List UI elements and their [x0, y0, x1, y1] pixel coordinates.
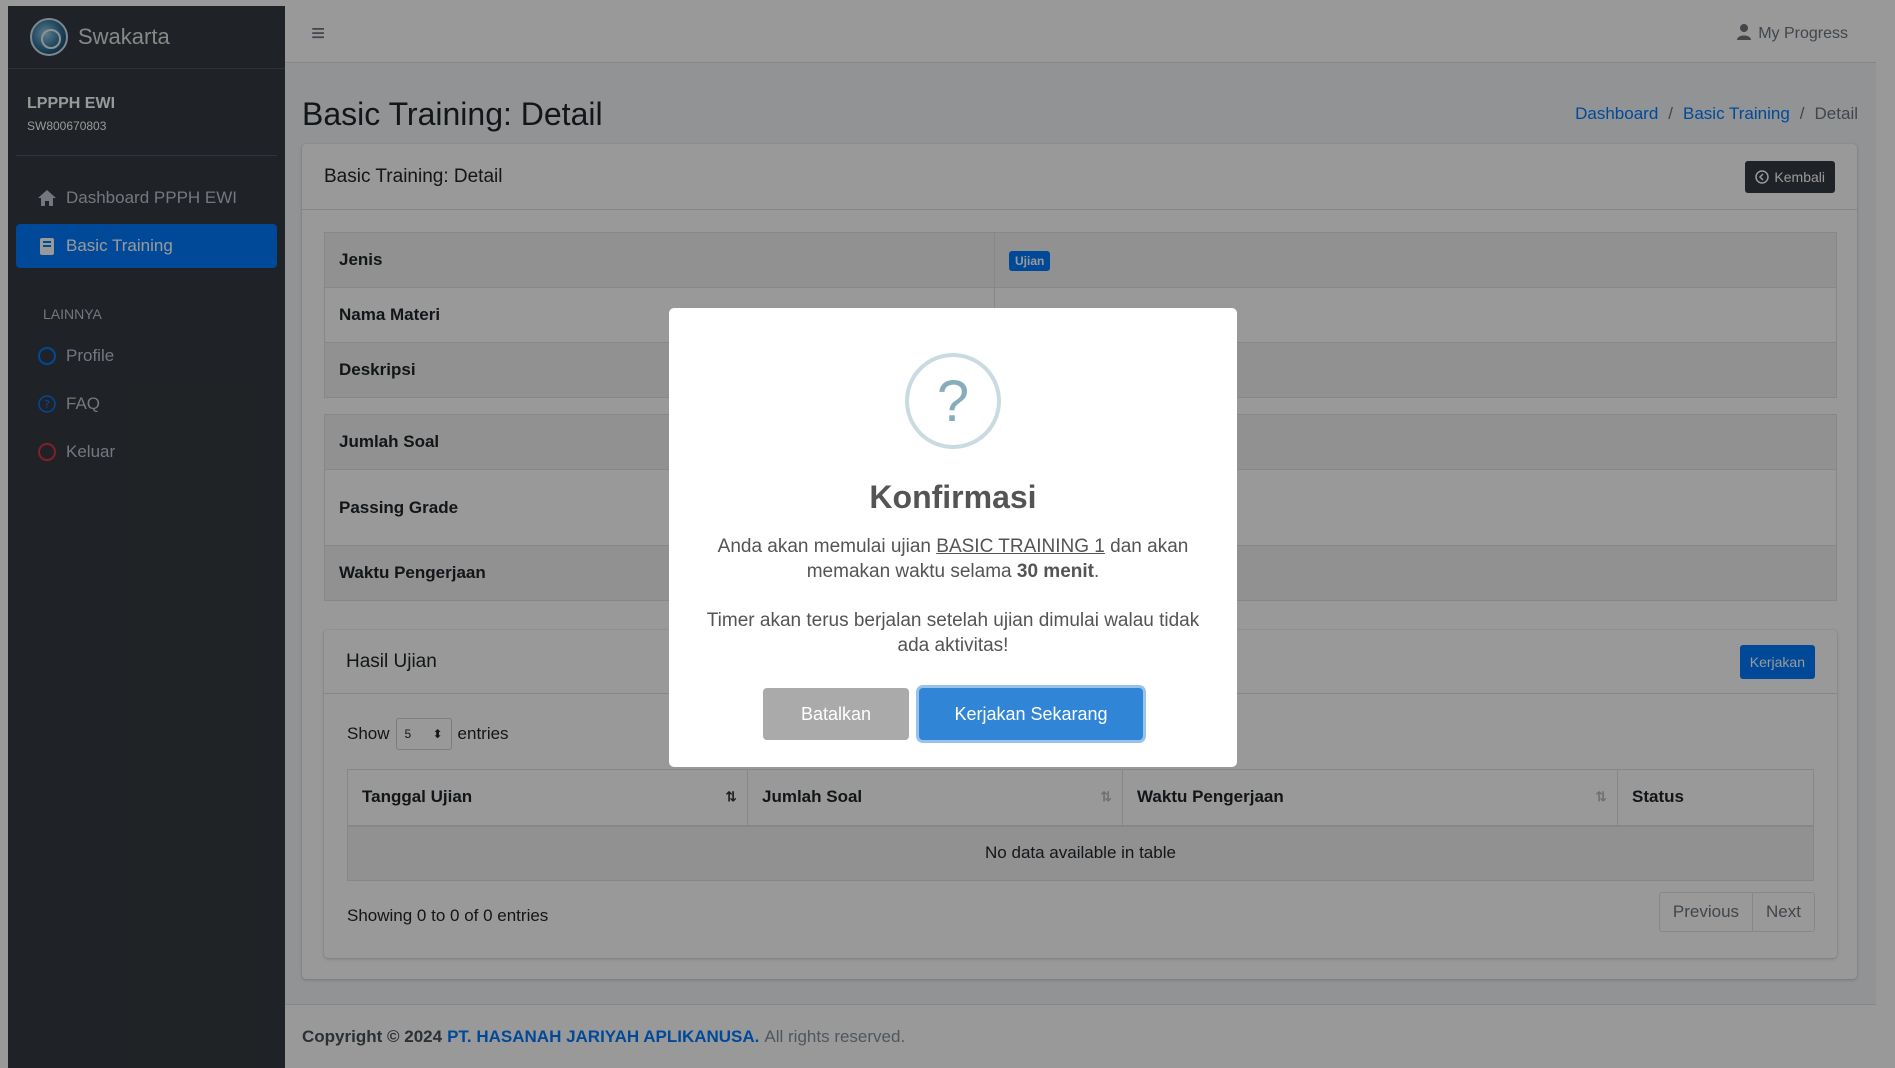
dialog-text-end: .	[1093, 561, 1100, 582]
question-glyph: ?	[936, 368, 970, 434]
dialog-warning: Timer akan terus berjalan setelah ujian …	[706, 610, 1200, 656]
exam-name: BASIC TRAINING 1	[936, 536, 1105, 557]
exam-duration: 30 menit	[1016, 561, 1094, 582]
dialog-message: Anda akan memulai ujian BASIC TRAINING 1…	[703, 534, 1203, 584]
cancel-button[interactable]: Batalkan	[763, 688, 909, 740]
confirm-start-button[interactable]: Kerjakan Sekarang	[919, 688, 1143, 740]
question-icon: ?	[905, 353, 1001, 449]
dialog-actions: Batalkan Kerjakan Sekarang	[669, 688, 1237, 740]
dialog-title: Konfirmasi	[869, 479, 1037, 515]
confirmation-dialog: ? Konfirmasi Anda akan memulai ujian BAS…	[669, 308, 1237, 767]
dialog-text-part1: Anda akan memulai ujian	[717, 536, 931, 557]
